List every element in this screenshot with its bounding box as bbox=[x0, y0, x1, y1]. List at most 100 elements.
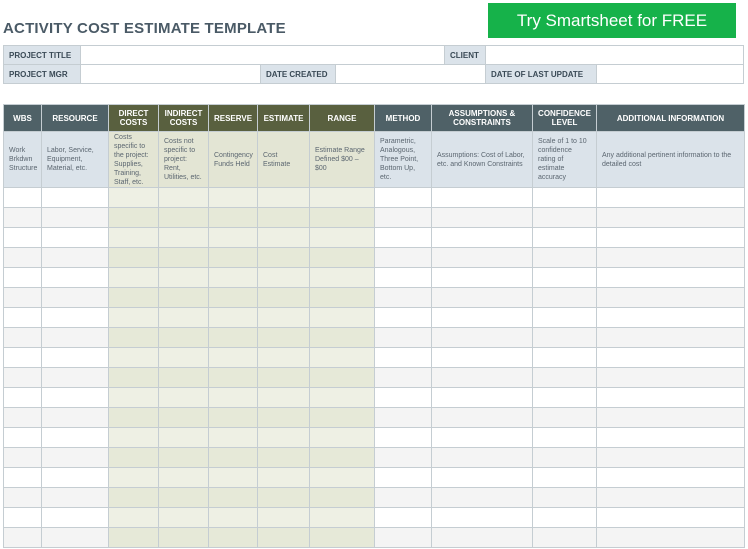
table-cell[interactable] bbox=[108, 207, 159, 228]
table-cell[interactable] bbox=[374, 307, 432, 328]
table-cell[interactable] bbox=[431, 187, 533, 208]
table-cell[interactable] bbox=[596, 207, 745, 228]
table-cell[interactable] bbox=[257, 367, 310, 388]
table-cell[interactable] bbox=[3, 487, 42, 508]
table-cell[interactable] bbox=[374, 387, 432, 408]
table-cell[interactable] bbox=[208, 507, 258, 528]
table-cell[interactable] bbox=[208, 267, 258, 288]
table-cell[interactable] bbox=[3, 387, 42, 408]
table-cell[interactable] bbox=[374, 287, 432, 308]
table-cell[interactable] bbox=[532, 347, 597, 368]
table-cell[interactable] bbox=[41, 527, 109, 548]
table-cell[interactable] bbox=[596, 387, 745, 408]
table-cell[interactable] bbox=[596, 287, 745, 308]
table-cell[interactable] bbox=[158, 527, 209, 548]
table-cell[interactable] bbox=[108, 447, 159, 468]
table-cell[interactable] bbox=[431, 287, 533, 308]
table-cell[interactable] bbox=[41, 427, 109, 448]
table-cell[interactable] bbox=[257, 307, 310, 328]
table-cell[interactable] bbox=[208, 307, 258, 328]
table-cell[interactable] bbox=[158, 187, 209, 208]
table-cell[interactable] bbox=[532, 287, 597, 308]
table-cell[interactable] bbox=[158, 287, 209, 308]
table-cell[interactable] bbox=[108, 327, 159, 348]
table-cell[interactable] bbox=[108, 407, 159, 428]
table-cell[interactable] bbox=[158, 267, 209, 288]
table-cell[interactable] bbox=[108, 527, 159, 548]
table-cell[interactable] bbox=[208, 367, 258, 388]
table-cell[interactable] bbox=[257, 227, 310, 248]
table-cell[interactable] bbox=[431, 387, 533, 408]
table-cell[interactable] bbox=[596, 507, 745, 528]
table-cell[interactable] bbox=[3, 207, 42, 228]
table-cell[interactable] bbox=[257, 507, 310, 528]
table-cell[interactable] bbox=[431, 307, 533, 328]
table-cell[interactable] bbox=[431, 507, 533, 528]
table-cell[interactable] bbox=[108, 267, 159, 288]
table-cell[interactable] bbox=[108, 387, 159, 408]
table-cell[interactable] bbox=[41, 247, 109, 268]
table-cell[interactable] bbox=[431, 327, 533, 348]
table-cell[interactable] bbox=[41, 227, 109, 248]
table-cell[interactable] bbox=[309, 347, 375, 368]
table-cell[interactable] bbox=[158, 427, 209, 448]
table-cell[interactable] bbox=[374, 227, 432, 248]
table-cell[interactable] bbox=[374, 247, 432, 268]
table-cell[interactable] bbox=[596, 187, 745, 208]
table-cell[interactable] bbox=[532, 387, 597, 408]
table-cell[interactable] bbox=[257, 407, 310, 428]
table-cell[interactable] bbox=[257, 527, 310, 548]
table-cell[interactable] bbox=[309, 367, 375, 388]
table-cell[interactable] bbox=[108, 487, 159, 508]
table-cell[interactable] bbox=[41, 487, 109, 508]
table-cell[interactable] bbox=[158, 487, 209, 508]
table-cell[interactable] bbox=[596, 407, 745, 428]
table-cell[interactable] bbox=[309, 447, 375, 468]
table-cell[interactable] bbox=[257, 267, 310, 288]
table-cell[interactable] bbox=[309, 267, 375, 288]
table-cell[interactable] bbox=[108, 427, 159, 448]
table-cell[interactable] bbox=[596, 447, 745, 468]
table-cell[interactable] bbox=[257, 207, 310, 228]
table-cell[interactable] bbox=[532, 447, 597, 468]
table-cell[interactable] bbox=[3, 367, 42, 388]
table-cell[interactable] bbox=[41, 407, 109, 428]
table-cell[interactable] bbox=[374, 487, 432, 508]
table-cell[interactable] bbox=[431, 227, 533, 248]
table-cell[interactable] bbox=[532, 487, 597, 508]
table-cell[interactable] bbox=[158, 227, 209, 248]
table-cell[interactable] bbox=[158, 407, 209, 428]
table-cell[interactable] bbox=[532, 247, 597, 268]
table-cell[interactable] bbox=[596, 527, 745, 548]
table-cell[interactable] bbox=[41, 307, 109, 328]
table-cell[interactable] bbox=[431, 347, 533, 368]
table-cell[interactable] bbox=[257, 387, 310, 408]
table-cell[interactable] bbox=[257, 447, 310, 468]
table-cell[interactable] bbox=[309, 407, 375, 428]
table-cell[interactable] bbox=[596, 367, 745, 388]
table-cell[interactable] bbox=[3, 347, 42, 368]
table-cell[interactable] bbox=[532, 207, 597, 228]
table-cell[interactable] bbox=[208, 427, 258, 448]
table-cell[interactable] bbox=[208, 247, 258, 268]
table-cell[interactable] bbox=[41, 367, 109, 388]
table-cell[interactable] bbox=[374, 507, 432, 528]
table-cell[interactable] bbox=[374, 427, 432, 448]
table-cell[interactable] bbox=[309, 227, 375, 248]
table-cell[interactable] bbox=[3, 467, 42, 488]
table-cell[interactable] bbox=[374, 367, 432, 388]
table-cell[interactable] bbox=[3, 507, 42, 528]
table-cell[interactable] bbox=[208, 347, 258, 368]
table-cell[interactable] bbox=[3, 447, 42, 468]
table-cell[interactable] bbox=[596, 247, 745, 268]
table-cell[interactable] bbox=[257, 187, 310, 208]
table-cell[interactable] bbox=[532, 507, 597, 528]
table-cell[interactable] bbox=[158, 207, 209, 228]
table-cell[interactable] bbox=[532, 367, 597, 388]
table-cell[interactable] bbox=[3, 247, 42, 268]
table-cell[interactable] bbox=[596, 347, 745, 368]
table-cell[interactable] bbox=[431, 427, 533, 448]
table-cell[interactable] bbox=[596, 327, 745, 348]
table-cell[interactable] bbox=[532, 227, 597, 248]
table-cell[interactable] bbox=[3, 307, 42, 328]
